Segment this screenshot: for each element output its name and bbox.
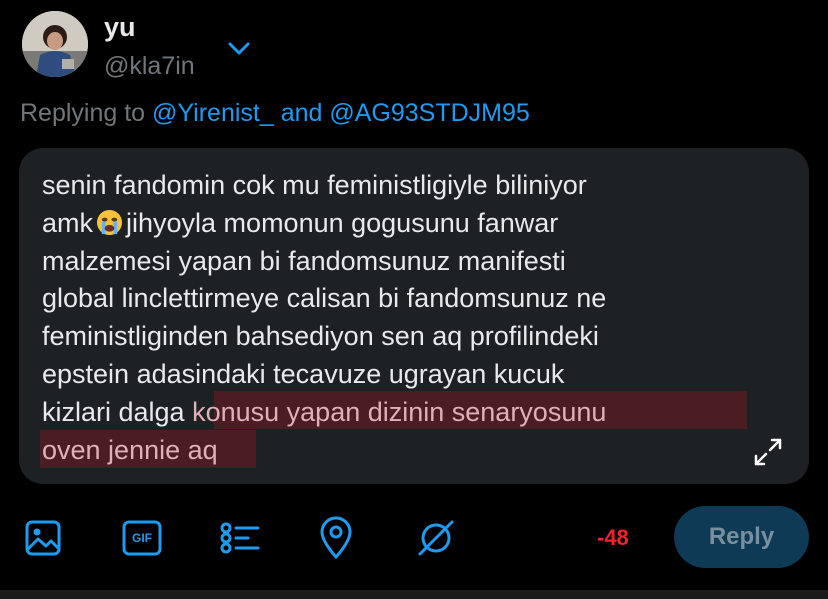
text-line-7: kizlari dalga	[42, 396, 185, 427]
reply-button[interactable]: Reply	[674, 506, 809, 568]
loudly-crying-face-icon	[96, 209, 123, 235]
character-counter: -48	[597, 525, 629, 550]
overflow-text-1: konusu yapan dizinin senaryosunu	[192, 396, 607, 427]
user-handle: @kla7in	[104, 52, 195, 80]
expand-icon[interactable]	[752, 436, 784, 468]
image-icon	[25, 520, 61, 556]
location-icon	[320, 516, 352, 560]
text-line-2-prefix: amk	[42, 207, 94, 238]
mention-2: @AG93STDJM95	[329, 99, 530, 127]
add-poll-button[interactable]	[218, 518, 262, 558]
replying-prefix: Replying to	[20, 99, 146, 127]
gif-label: GIF	[132, 531, 152, 545]
avatar[interactable]	[22, 11, 88, 77]
text-line-2: jihyoyla momonun gogusunu fanwar	[126, 207, 559, 238]
reply-mention-link[interactable]: @Yirenist_ and @AG93STDJM95	[152, 99, 530, 127]
avatar-photo	[22, 11, 88, 77]
text-line-6: epstein adasindaki tecavuze ugrayan kucu…	[42, 358, 565, 389]
add-image-button[interactable]	[22, 518, 64, 558]
text-line-4: global linclettirmeye calisan bi fandoms…	[42, 283, 607, 314]
reply-text-input[interactable]: senin fandomin cok mu feministligiyle bi…	[42, 167, 782, 469]
circle-slash-icon	[418, 520, 454, 556]
poll-icon	[220, 522, 260, 554]
add-location-button[interactable]	[316, 516, 356, 560]
circle-slash-button[interactable]	[414, 518, 458, 558]
add-gif-button[interactable]: GIF	[120, 518, 164, 558]
overflow-text-2: oven jennie aq	[42, 434, 218, 465]
mention-1: @Yirenist_	[152, 99, 274, 127]
user-display-name: yu	[104, 12, 136, 42]
text-line-1: senin fandomin cok mu feministligiyle bi…	[42, 170, 587, 200]
chevron-down-icon[interactable]	[226, 40, 252, 58]
text-line-5: feministliginden bahsediyon sen aq profi…	[42, 321, 599, 352]
mention-conjunction: and	[280, 99, 323, 127]
replying-to-line: Replying to @Yirenist_ and @AG93STDJM95	[20, 99, 530, 128]
text-line-3: malzemesi yapan bi fandomsunuz manifesti	[42, 245, 566, 276]
bottom-divider	[0, 590, 828, 599]
